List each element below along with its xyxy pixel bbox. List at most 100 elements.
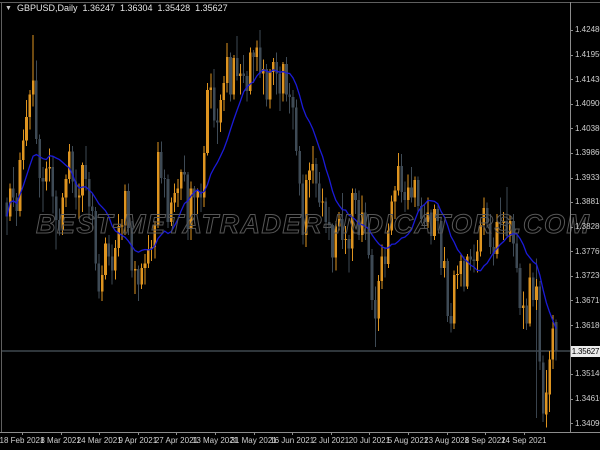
candle-body (315, 164, 318, 184)
candle (397, 153, 400, 195)
y-axis-tick (570, 374, 573, 375)
candle-body (476, 252, 479, 261)
candle (200, 184, 203, 212)
y-axis-label: 1.41950 (575, 50, 600, 59)
candle (107, 235, 110, 265)
candle-body (48, 167, 51, 168)
candle-body (163, 178, 166, 179)
candle-body (209, 88, 212, 90)
candle (239, 64, 242, 94)
candle-body (196, 192, 199, 198)
y-axis-label: 1.36180 (575, 321, 600, 330)
candle (272, 58, 275, 85)
candle (242, 55, 245, 83)
current-price-tag: 1.35627 (571, 346, 600, 357)
candle (134, 261, 137, 294)
chart-canvas[interactable]: BEST-METATRADER-INDICATORS.COM (0, 0, 600, 450)
candle (450, 303, 453, 333)
candle (6, 198, 9, 235)
candle (29, 90, 32, 130)
candle-body (344, 239, 347, 240)
candle-body (19, 160, 22, 211)
candle (318, 172, 321, 207)
candle (209, 74, 212, 109)
candle (84, 146, 87, 191)
candle-body (453, 275, 456, 323)
candle (535, 279, 538, 310)
candle-body (410, 187, 413, 197)
y-axis-label: 1.40900 (575, 99, 600, 108)
candle (469, 249, 472, 270)
candle (532, 273, 535, 307)
x-axis-tick (215, 432, 216, 435)
y-axis-label: 1.34610 (575, 394, 600, 403)
candle-body (101, 275, 104, 291)
candle (256, 41, 259, 71)
candle-body (256, 48, 259, 57)
candle (285, 57, 288, 102)
candle-body (229, 57, 232, 94)
candle (548, 351, 551, 412)
candle (236, 36, 239, 81)
candle (140, 263, 143, 289)
y-axis-tick (570, 276, 573, 277)
open-value: 1.36247 (82, 3, 115, 13)
price-axis[interactable]: 1.35627 1.424801.419501.414301.409001.40… (570, 0, 600, 432)
candle (519, 263, 522, 315)
y-axis-tick (570, 251, 573, 252)
chart-window-icon[interactable]: ▼ (5, 4, 12, 13)
y-axis-label: 1.37760 (575, 247, 600, 256)
candle-body (374, 300, 377, 319)
candle-body (140, 268, 143, 284)
candle (410, 167, 413, 202)
candle (542, 356, 545, 423)
x-axis-tick (254, 432, 255, 435)
time-axis[interactable]: 18 Feb 20218 Mar 202124 Mar 20219 Apr 20… (0, 432, 600, 450)
candle (522, 291, 525, 328)
candle-body (285, 64, 288, 94)
chart-window[interactable]: BEST-METATRADER-INDICATORS.COM ▼ GBPUSD,… (0, 0, 600, 450)
x-axis-label: 23 Aug 2021 (424, 436, 469, 445)
candle-body (216, 120, 219, 122)
candle-body (114, 248, 117, 270)
candle-body (348, 239, 351, 248)
candle-body (295, 108, 298, 151)
candle (348, 235, 351, 272)
x-axis-label: 20 Jul 2021 (349, 436, 390, 445)
candle-body (292, 97, 295, 108)
y-axis-tick (570, 227, 573, 228)
x-axis-tick (292, 432, 293, 435)
candle-body (242, 74, 245, 76)
candle-body (552, 328, 555, 359)
candle-body (522, 305, 525, 307)
candle-body (183, 172, 186, 174)
candle-body (32, 81, 35, 95)
candle-body (538, 287, 541, 362)
candle-body (413, 180, 416, 198)
candle-body (104, 244, 107, 275)
candle (52, 157, 55, 214)
candle (229, 52, 232, 101)
x-axis-tick (331, 432, 332, 435)
candle-body (233, 58, 236, 95)
candle-body (298, 151, 301, 184)
x-axis-tick (408, 432, 409, 435)
x-axis-tick (524, 432, 525, 435)
y-axis-label: 1.39860 (575, 148, 600, 157)
candle-body (384, 256, 387, 264)
x-axis-tick (99, 432, 100, 435)
candle (75, 170, 78, 210)
candle-body (279, 74, 282, 94)
x-axis-tick (22, 432, 23, 435)
candle (249, 48, 252, 95)
candle-body (265, 69, 268, 99)
candle (216, 109, 219, 144)
candle-body (397, 166, 400, 191)
y-axis-tick (570, 399, 573, 400)
candle-body (529, 277, 532, 323)
candle-body (111, 256, 114, 270)
candle-body (311, 164, 314, 171)
x-axis-label: 9 Apr 2021 (118, 436, 157, 445)
candle (460, 254, 463, 287)
candle (233, 55, 236, 100)
